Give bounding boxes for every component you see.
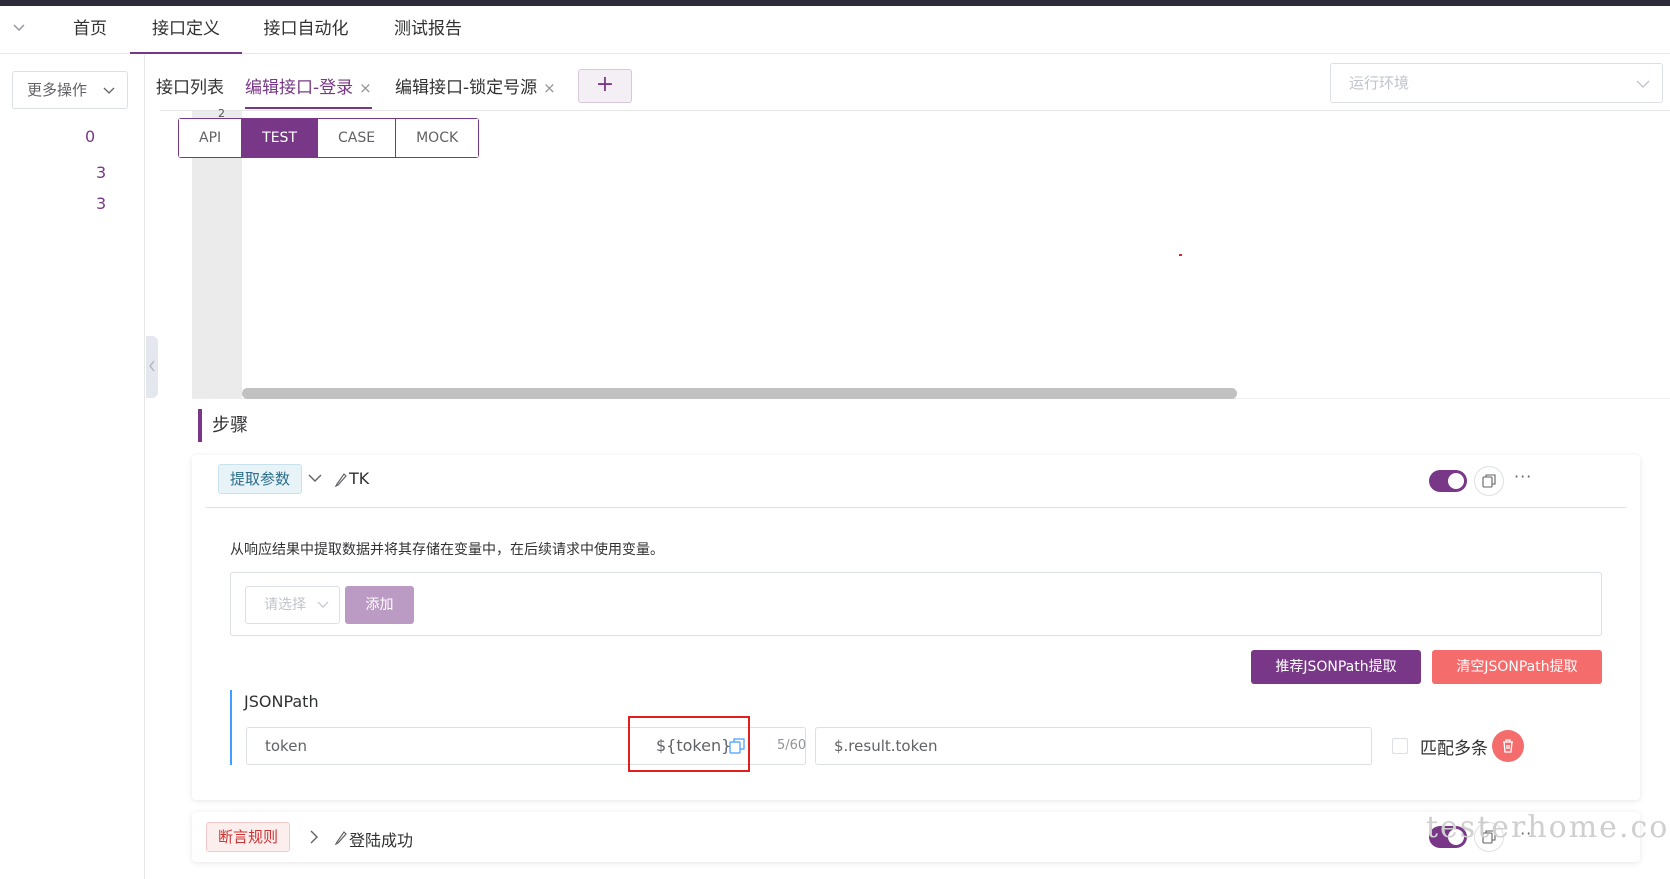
chevron-left-icon	[149, 360, 155, 372]
environment-placeholder: 运行环境	[1349, 74, 1410, 92]
edit-icon[interactable]	[334, 829, 348, 845]
count-value: 3	[96, 194, 107, 213]
assertion-card: 断言规则 登陆成功 ···	[192, 812, 1640, 862]
steps-title: 步骤	[198, 409, 248, 442]
extract-params-card: 提取参数 TK ··· 从响应结果中提取数据并将其存储在变量中，在后续请求中使用…	[192, 455, 1640, 800]
clear-jsonpath-button[interactable]: 清空JSONPath提取	[1432, 650, 1602, 684]
chevron-down-icon	[1636, 80, 1650, 88]
close-icon[interactable]: ×	[359, 79, 372, 97]
top-navigation: 首页 接口定义 接口自动化 测试报告	[0, 6, 1670, 54]
subtab-api-list[interactable]: 接口列表	[156, 73, 224, 109]
step-name[interactable]: 登陆成功	[349, 827, 413, 851]
match-multiple-label: 匹配多条	[1420, 739, 1488, 759]
subtab-label: 接口列表	[156, 78, 224, 98]
jsonpath-expression-input[interactable]: $.result.token	[815, 727, 1372, 765]
char-counter: 5/60	[777, 738, 807, 753]
horizontal-scrollbar[interactable]	[242, 388, 1237, 399]
chevron-down-icon[interactable]	[12, 20, 26, 34]
more-icon[interactable]: ···	[1514, 467, 1532, 486]
jsonpath-section: JSONPath token ${token} 5/60 $.result.to…	[230, 690, 1610, 772]
more-actions-dropdown[interactable]: 更多操作	[12, 71, 128, 109]
jsonpath-label: JSONPath	[244, 692, 319, 711]
edit-icon[interactable]	[334, 471, 348, 487]
panel-collapse-handle[interactable]	[146, 336, 158, 398]
card-divider	[206, 507, 1626, 508]
mode-mock-button[interactable]: MOCK	[396, 119, 479, 157]
delete-button[interactable]	[1492, 730, 1524, 762]
chevron-down-icon	[317, 601, 329, 608]
variable-name-value: token	[265, 737, 307, 755]
cursor-mark	[1179, 254, 1182, 256]
mode-api-button[interactable]: API	[179, 119, 243, 157]
add-extract-box: 请选择 添加	[230, 572, 1602, 636]
step-name[interactable]: TK	[349, 469, 369, 488]
match-multiple-checkbox[interactable]	[1392, 738, 1408, 754]
environment-select[interactable]: 运行环境	[1330, 63, 1663, 103]
enable-toggle[interactable]	[1429, 470, 1467, 492]
watermark: testerhome.com	[1426, 810, 1670, 845]
subtab-label: 编辑接口-锁定号源	[395, 78, 538, 98]
assertion-tag: 断言规则	[206, 822, 291, 852]
chevron-down-icon[interactable]	[308, 472, 322, 484]
extract-type-select[interactable]: 请选择	[245, 586, 340, 624]
copy-step-button[interactable]	[1474, 466, 1504, 496]
add-button[interactable]: 添加	[345, 586, 414, 624]
nav-tab-test-report[interactable]: 测试报告	[372, 6, 484, 54]
add-tab-button[interactable]: +	[578, 69, 632, 103]
chevron-right-icon[interactable]	[309, 830, 319, 844]
mode-case-button[interactable]: CASE	[318, 119, 397, 157]
subtab-edit-login[interactable]: 编辑接口-登录 ×	[245, 73, 372, 109]
count-value: 3	[96, 163, 107, 182]
recommend-jsonpath-button[interactable]: 推荐JSONPath提取	[1251, 650, 1421, 684]
chevron-down-icon	[103, 87, 115, 94]
mode-test-button[interactable]: TEST	[242, 119, 318, 157]
subtab-edit-lock-source[interactable]: 编辑接口-锁定号源 ×	[395, 73, 556, 109]
nav-tab-home[interactable]: 首页	[60, 6, 120, 54]
nav-tab-api-automation[interactable]: 接口自动化	[250, 6, 362, 54]
more-actions-label: 更多操作	[27, 81, 88, 99]
subtab-label: 编辑接口-登录	[245, 78, 354, 98]
extract-params-tag: 提取参数	[218, 464, 303, 494]
copy-icon	[1482, 474, 1496, 488]
highlight-box	[628, 716, 750, 772]
nav-tab-api-definition[interactable]: 接口定义	[130, 6, 242, 54]
select-placeholder: 请选择	[264, 597, 306, 613]
close-icon[interactable]: ×	[543, 79, 556, 97]
extract-description: 从响应结果中提取数据并将其存储在变量中，在后续请求中使用变量。	[230, 542, 664, 558]
mode-switch: API TEST CASE MOCK	[178, 118, 480, 158]
count-value: 0	[85, 127, 96, 146]
trash-icon	[1503, 739, 1513, 753]
sub-tab-bar: 接口列表 编辑接口-登录 × 编辑接口-锁定号源 × + 运行环境	[156, 55, 1670, 111]
left-panel: 更多操作 0 3 3	[0, 55, 145, 879]
